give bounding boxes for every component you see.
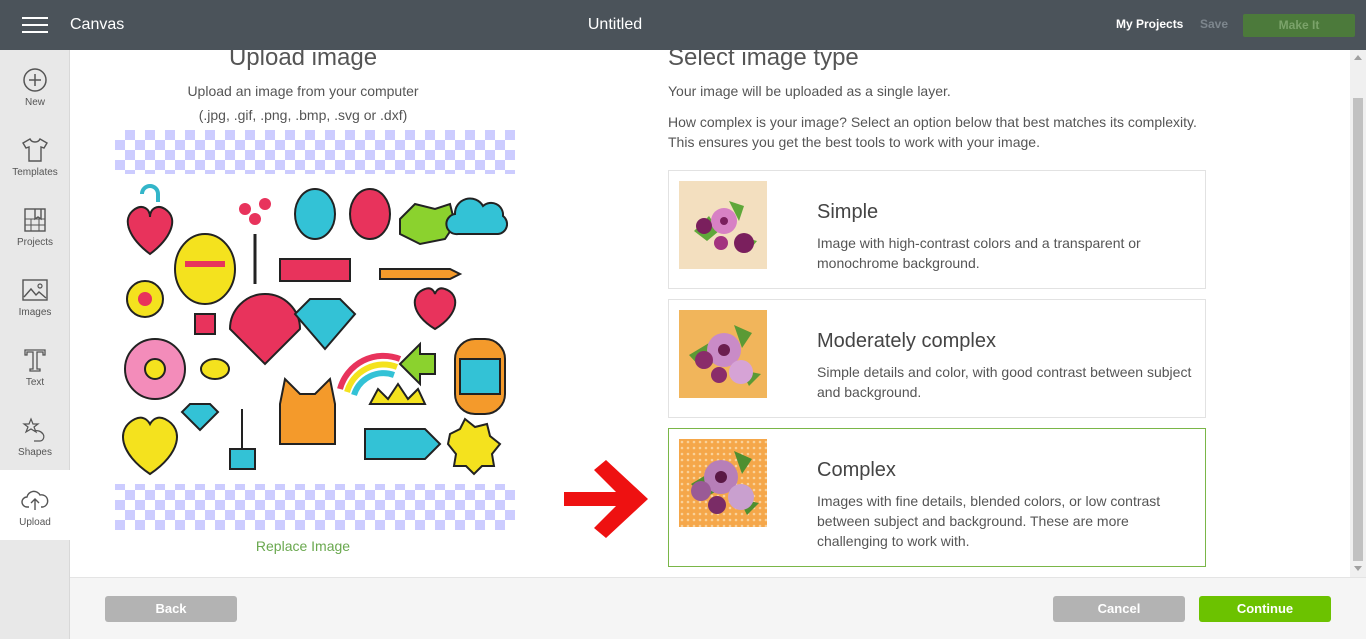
sidebar-item-shapes[interactable]: Shapes — [0, 400, 70, 470]
my-projects-link[interactable]: My Projects — [1116, 17, 1183, 31]
sidebar-item-label: Upload — [19, 517, 51, 528]
uploaded-image-preview — [115, 174, 515, 484]
save-button[interactable]: Save — [1200, 17, 1228, 31]
sidebar-item-projects[interactable]: Projects — [0, 190, 70, 260]
option-title: Simple — [817, 201, 879, 223]
option-title: Complex — [817, 459, 896, 481]
option-complex[interactable]: Complex Images with fine details, blende… — [668, 428, 1206, 567]
cancel-button[interactable]: Cancel — [1053, 596, 1185, 622]
sidebar-item-text[interactable]: Text — [0, 330, 70, 400]
upload-title: Upload image — [228, 50, 378, 71]
simple-flower-thumbnail — [679, 181, 767, 269]
option-moderately-complex[interactable]: Moderately complex Simple details and co… — [668, 299, 1206, 418]
sidebar-item-label: New — [24, 97, 45, 108]
select-image-type-title: Select image type — [668, 50, 859, 71]
sidebar-item-upload[interactable]: Upload — [0, 470, 70, 540]
complexity-description: How complex is your image? Select an opt… — [668, 114, 1197, 150]
cloud-upload-icon — [21, 490, 49, 510]
bookmark-grid-icon — [24, 208, 46, 232]
shapes-icon — [22, 417, 45, 442]
complex-flower-thumbnail — [679, 439, 767, 527]
sidebar-item-label: Shapes — [18, 447, 52, 458]
document-title[interactable]: Untitled — [0, 16, 1230, 34]
make-it-button[interactable]: Make It — [1243, 14, 1355, 37]
option-description: Simple details and color, with good cont… — [817, 364, 1192, 400]
upload-formats: (.jpg, .gif, .png, .bmp, .svg or .dxf) — [198, 107, 408, 123]
plus-circle-icon — [23, 68, 47, 92]
upload-subtitle: Upload an image from your computer — [187, 83, 419, 99]
scroll-down-icon[interactable] — [1354, 566, 1362, 571]
single-layer-note: Your image will be uploaded as a single … — [668, 83, 951, 99]
replace-image-link[interactable]: Replace Image — [100, 538, 506, 554]
footer-bar: Back Cancel Continue — [70, 577, 1366, 639]
sidebar-item-label: Templates — [12, 167, 58, 178]
option-description: Image with high-contrast colors and a tr… — [817, 235, 1141, 271]
option-description: Images with fine details, blended colors… — [817, 493, 1161, 549]
sidebar-item-label: Images — [18, 307, 52, 318]
option-simple[interactable]: Simple Image with high-contrast colors a… — [668, 170, 1206, 289]
scrollbar-thumb[interactable] — [1353, 98, 1363, 561]
sidebar-item-label: Projects — [16, 237, 54, 248]
main-panel: Upload image Upload an image from your c… — [70, 50, 1350, 577]
option-title: Moderately complex — [817, 330, 996, 352]
sidebar-item-label: Text — [25, 377, 45, 388]
vertical-scrollbar[interactable] — [1350, 50, 1366, 577]
moderate-flower-thumbnail — [679, 310, 767, 398]
image-icon — [22, 279, 48, 301]
sidebar-item-templates[interactable]: Templates — [0, 120, 70, 190]
scroll-up-icon[interactable] — [1354, 55, 1362, 60]
sidebar: New Templates Projects Images Text Shape… — [0, 50, 70, 639]
sidebar-item-images[interactable]: Images — [0, 260, 70, 330]
transparent-background-preview — [115, 130, 515, 530]
sidebar-item-new[interactable]: New — [0, 50, 70, 120]
top-bar: Canvas Untitled My Projects Save Make It — [0, 0, 1366, 50]
text-t-icon — [24, 349, 46, 372]
continue-button[interactable]: Continue — [1199, 596, 1331, 622]
red-arrow-icon — [564, 460, 648, 538]
back-button[interactable]: Back — [105, 596, 237, 622]
shirt-icon — [22, 138, 48, 162]
